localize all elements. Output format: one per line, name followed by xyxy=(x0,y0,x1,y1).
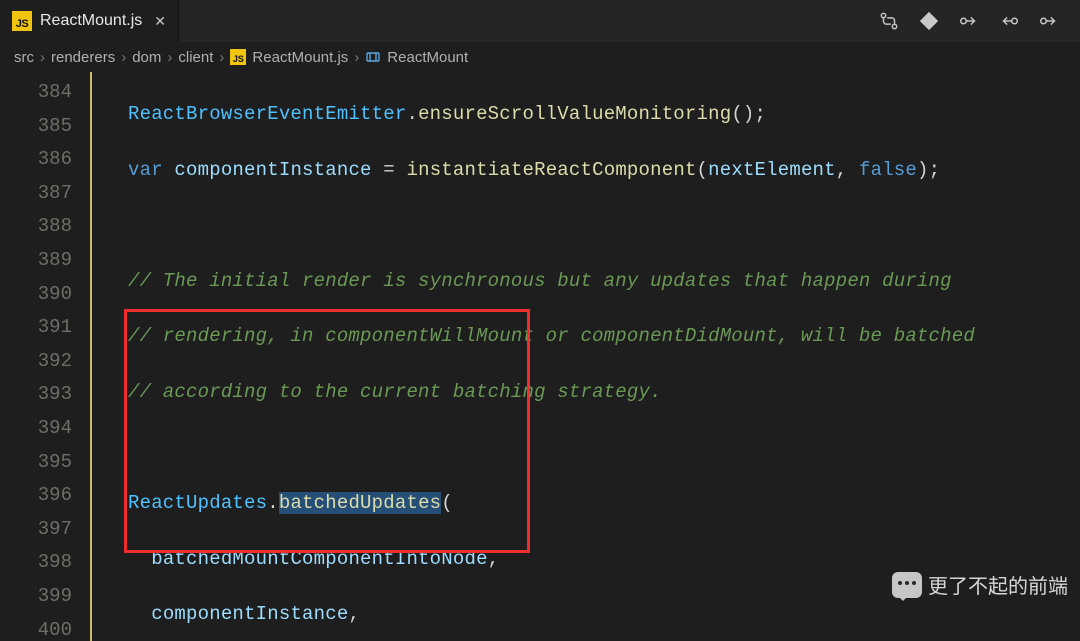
line-number: 390 xyxy=(0,278,72,312)
editor-actions xyxy=(878,0,1080,42)
wechat-icon xyxy=(892,572,922,598)
chevron-right-icon: › xyxy=(40,49,45,66)
breadcrumb-part[interactable]: renderers xyxy=(51,49,115,66)
watermark: 更了不起的前端 xyxy=(892,570,1068,599)
breadcrumb-file[interactable]: ReactMount.js xyxy=(252,49,348,66)
code-content[interactable]: ReactBrowserEventEmitter.ensureScrollVal… xyxy=(100,72,1080,641)
editor[interactable]: 3843853863873883893903913923933943953963… xyxy=(0,72,1080,641)
next-change-icon[interactable] xyxy=(1038,10,1060,32)
line-number: 400 xyxy=(0,614,72,641)
breadcrumb[interactable]: src › renderers › dom › client › JS Reac… xyxy=(0,42,1080,72)
line-number: 384 xyxy=(0,76,72,110)
line-number-gutter: 3843853863873883893903913923933943953963… xyxy=(0,72,90,641)
line-number: 386 xyxy=(0,143,72,177)
open-changes-icon[interactable] xyxy=(958,10,980,32)
breadcrumb-part[interactable]: src xyxy=(14,49,34,66)
js-file-icon: JS xyxy=(230,49,246,65)
breadcrumb-part[interactable]: client xyxy=(178,49,213,66)
line-number: 392 xyxy=(0,345,72,379)
line-number: 393 xyxy=(0,378,72,412)
line-number: 399 xyxy=(0,580,72,614)
line-number: 388 xyxy=(0,210,72,244)
watermark-text: 更了不起的前端 xyxy=(928,570,1068,599)
compare-changes-icon[interactable] xyxy=(878,10,900,32)
chevron-right-icon: › xyxy=(219,49,224,66)
line-number: 398 xyxy=(0,546,72,580)
source-control-icon[interactable] xyxy=(918,10,940,32)
breadcrumb-symbol[interactable]: ReactMount xyxy=(387,49,468,66)
chevron-right-icon: › xyxy=(121,49,126,66)
chevron-right-icon: › xyxy=(354,49,359,66)
close-icon[interactable]: ✕ xyxy=(154,13,166,30)
line-number: 396 xyxy=(0,479,72,513)
prev-change-icon[interactable] xyxy=(998,10,1020,32)
symbol-module-icon xyxy=(365,49,381,65)
line-number: 389 xyxy=(0,244,72,278)
tab-filename: ReactMount.js xyxy=(40,12,142,30)
line-number: 387 xyxy=(0,177,72,211)
line-number: 391 xyxy=(0,311,72,345)
diff-marker xyxy=(90,72,100,641)
tab-reactmount[interactable]: JS ReactMount.js ✕ xyxy=(0,0,179,42)
line-number: 385 xyxy=(0,110,72,144)
tab-bar: JS ReactMount.js ✕ xyxy=(0,0,1080,42)
line-number: 397 xyxy=(0,513,72,547)
breadcrumb-part[interactable]: dom xyxy=(132,49,161,66)
line-number: 394 xyxy=(0,412,72,446)
chevron-right-icon: › xyxy=(167,49,172,66)
js-file-icon: JS xyxy=(12,11,32,31)
line-number: 395 xyxy=(0,446,72,480)
